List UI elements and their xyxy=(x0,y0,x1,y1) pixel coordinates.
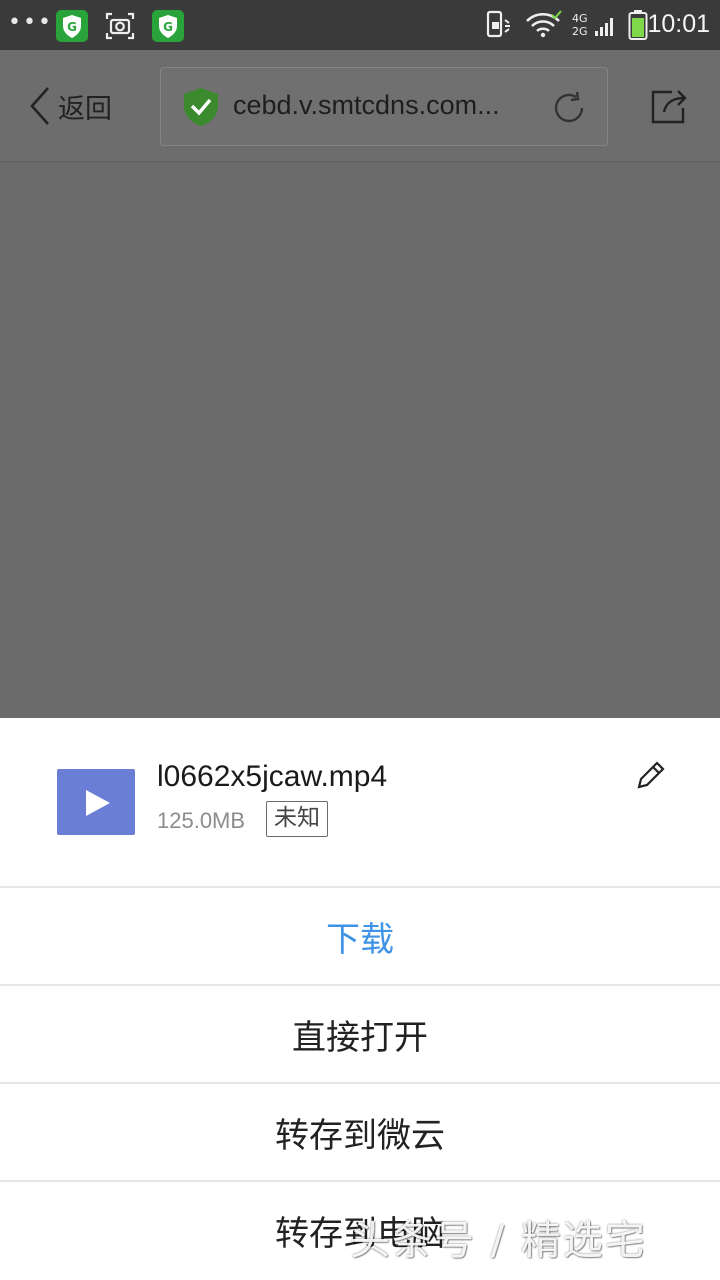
chevron-left-icon xyxy=(30,87,49,125)
share-icon[interactable] xyxy=(648,86,690,130)
save-to-weiyun-button[interactable]: 转存到微云 xyxy=(0,1082,720,1180)
screenshot-icon xyxy=(104,10,136,42)
file-info: l0662x5jcaw.mp4 125.0MB 未知 xyxy=(0,718,720,886)
play-icon xyxy=(86,790,110,816)
status-bar: ••• G G 4G 2G 10:01 xyxy=(0,0,720,50)
download-button[interactable]: 下载 xyxy=(0,886,720,984)
guard-app-icon: G xyxy=(56,10,88,42)
edit-pencil-icon[interactable] xyxy=(634,758,668,796)
page-content-overlay[interactable] xyxy=(0,162,720,718)
secure-shield-icon xyxy=(181,86,221,132)
screen: ••• G G 4G 2G 10:01 返回 cebd.v.smtcdns.co… xyxy=(0,0,720,1280)
file-type-badge: 未知 xyxy=(266,801,328,837)
svg-text:G: G xyxy=(163,20,173,34)
wifi-icon xyxy=(524,10,562,44)
cell-signal-icon: 4G 2G xyxy=(572,12,618,39)
address-bar[interactable]: cebd.v.smtcdns.com... xyxy=(160,67,608,146)
browser-toolbar: 返回 cebd.v.smtcdns.com... xyxy=(0,50,720,162)
clock: 10:01 xyxy=(647,10,710,38)
download-sheet: l0662x5jcaw.mp4 125.0MB 未知 下载 直接打开 转存到微云… xyxy=(0,718,720,1280)
open-directly-button[interactable]: 直接打开 xyxy=(0,984,720,1082)
phone-vibrate-icon xyxy=(484,10,514,44)
refresh-icon[interactable] xyxy=(549,88,589,132)
file-size: 125.0MB xyxy=(157,808,246,833)
battery-icon xyxy=(628,10,648,44)
back-button[interactable]: 返回 xyxy=(28,82,138,130)
svg-text:G: G xyxy=(67,20,77,34)
watermark: 头条号 / 精选宅 xyxy=(350,1218,647,1264)
back-label: 返回 xyxy=(58,93,112,125)
guard-app-icon: G xyxy=(152,10,184,42)
signal-label-2g: 2G xyxy=(572,25,588,38)
more-dots-icon: ••• xyxy=(8,10,53,35)
file-name: l0662x5jcaw.mp4 xyxy=(157,760,388,793)
video-thumbnail xyxy=(57,769,135,835)
url-text: cebd.v.smtcdns.com... xyxy=(233,90,500,120)
signal-label-4g: 4G xyxy=(572,12,588,25)
